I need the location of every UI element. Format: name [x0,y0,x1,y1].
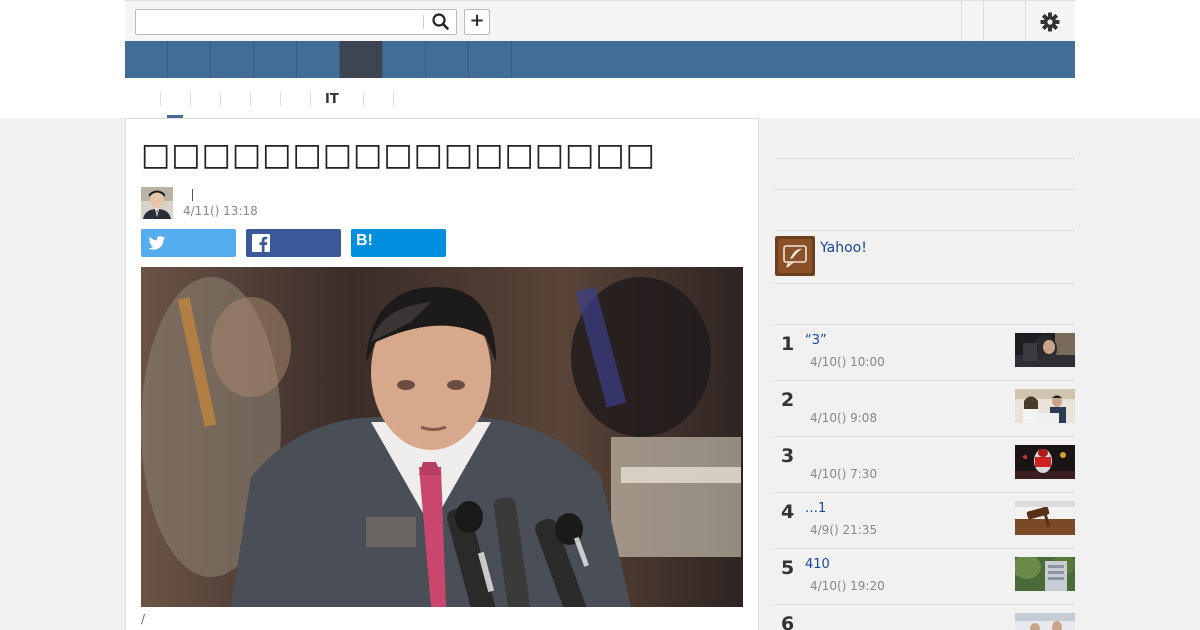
rank-thumbnail [1015,333,1075,367]
divider [190,92,191,106]
rank-title[interactable]: …1 [805,501,826,516]
rank-number: 1 [781,333,795,355]
search-divider [423,15,424,29]
divider [220,92,221,106]
rank-title[interactable]: “3” [805,333,827,348]
add-button[interactable]: + [464,9,490,35]
divider [775,230,1075,231]
author-avatar[interactable] [141,187,173,219]
rank-thumbnail [1015,613,1075,630]
rank-date: 4/10() 7:30 [810,467,878,481]
search-input[interactable] [138,12,420,32]
divider [983,1,984,41]
hatena-bookmark-icon: B! [356,232,373,249]
article-photo [141,267,743,607]
search-box [135,9,457,35]
rank-number: 2 [781,389,795,411]
article: □□□□□□□□□□□□□□□□□ 4/11() 13:18 B! / [125,118,759,630]
divider [775,189,1075,190]
nav-tab[interactable] [254,41,297,78]
ranking-item[interactable]: 5 410 4/10() 19:20 [775,548,1075,604]
facebook-share-button[interactable] [246,229,341,257]
article-title: □□□□□□□□□□□□□□□□□ [141,137,656,173]
gear-icon [1040,12,1060,32]
rank-thumbnail [1015,557,1075,591]
twitter-icon [148,236,166,250]
divider [363,92,364,106]
rank-thumbnail [1015,389,1075,423]
divider [250,92,251,106]
rank-date: 4/10() 9:08 [810,411,878,425]
divider [961,1,962,41]
category-nav [125,41,1075,78]
ranking-item[interactable]: 1 “3” 4/10() 10:00 [775,324,1075,380]
search-icon [432,13,449,30]
divider [160,92,161,106]
nav-tab[interactable] [211,41,254,78]
plus-icon: + [469,10,485,31]
rank-date: 4/10() 10:00 [810,355,885,369]
rank-number: 4 [781,501,795,523]
article-date: 4/11() 13:18 [183,204,258,218]
ranking-item[interactable]: 6 [775,604,1075,630]
nav-tab[interactable] [469,41,512,78]
nav-tab[interactable] [168,41,211,78]
yahoo-link[interactable]: Yahoo! [820,240,867,256]
search-button[interactable] [429,12,453,32]
nav-tab-active[interactable] [340,41,383,78]
divider [775,283,1075,284]
subnav-item-it[interactable]: IT [325,92,339,108]
rank-title[interactable]: 410 [805,557,830,572]
nav-tab[interactable] [297,41,340,78]
ranking-item[interactable]: 4 …1 4/9() 21:35 [775,492,1075,548]
yahoo-icon[interactable] [775,236,815,276]
rank-thumbnail [1015,445,1075,479]
divider [1025,1,1026,41]
search-bar: + [125,0,1075,41]
rank-date: 4/10() 19:20 [810,579,885,593]
photo-caption: / [141,612,146,626]
rank-number: 3 [781,445,795,467]
facebook-icon [252,234,270,252]
ranking-item[interactable]: 3 4/10() 7:30 [775,436,1075,492]
divider [393,92,394,106]
rank-thumbnail [1015,501,1075,535]
author-separator [192,189,193,201]
rank-number: 5 [781,557,795,579]
divider [310,92,311,106]
rank-date: 4/9() 21:35 [810,523,878,537]
divider [775,158,1075,159]
hatena-bookmark-button[interactable]: B! [351,229,446,257]
twitter-share-button[interactable] [141,229,236,257]
rank-number: 6 [781,613,795,630]
nav-tab[interactable] [383,41,426,78]
sub-category-nav: IT [125,78,1075,118]
nav-tab[interactable] [125,41,168,78]
ranking-item[interactable]: 2 4/10() 9:08 [775,380,1075,436]
divider [280,92,281,106]
nav-tab[interactable] [426,41,469,78]
settings-button[interactable] [1039,11,1061,33]
